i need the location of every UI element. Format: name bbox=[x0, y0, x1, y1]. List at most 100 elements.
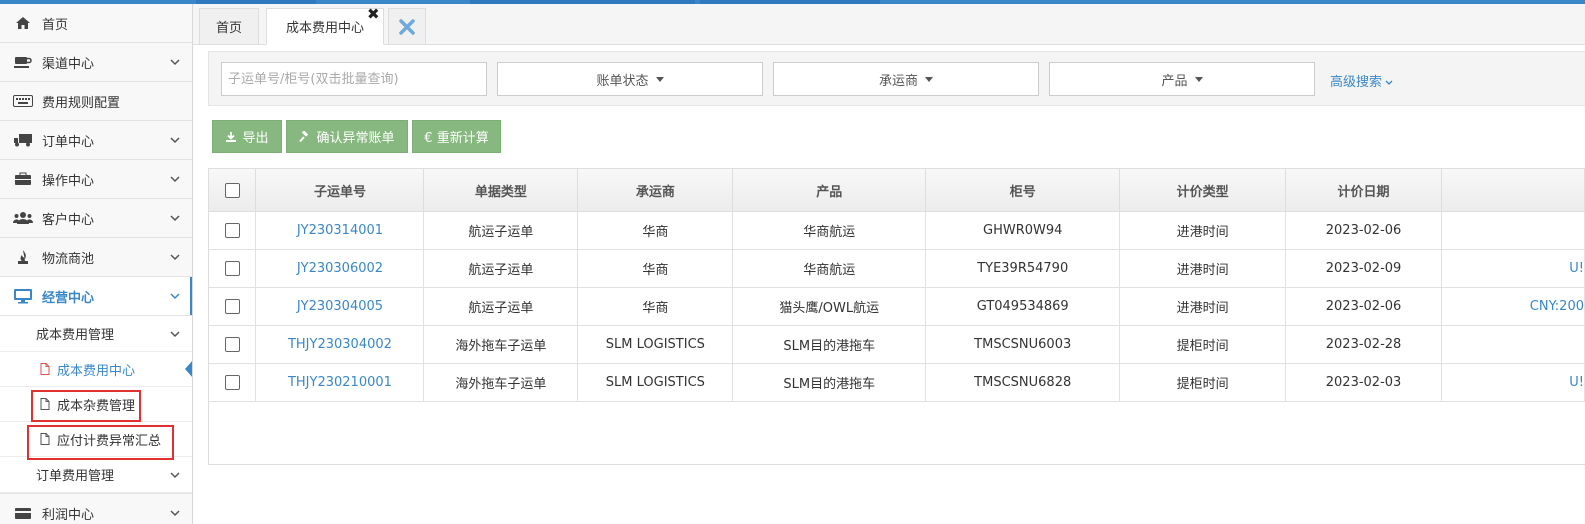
download-icon bbox=[225, 131, 237, 143]
doc-type-cell: 航运子运单 bbox=[423, 287, 579, 326]
price-date-cell: 2023-02-06 bbox=[1285, 211, 1443, 250]
tab-home[interactable]: 首页 bbox=[199, 8, 259, 44]
submenu-order-fee[interactable]: 订单费用管理 bbox=[0, 457, 192, 493]
carrier-cell: 华商 bbox=[577, 287, 734, 326]
column-header[interactable]: 子运单号 bbox=[255, 169, 425, 212]
chevron-down-icon bbox=[170, 472, 180, 479]
waybill-link[interactable]: JY230314001 bbox=[255, 211, 425, 250]
caret-down-icon bbox=[655, 76, 664, 82]
export-button[interactable]: 导出 bbox=[212, 120, 282, 153]
sidebar-item-channel[interactable]: 渠道中心 bbox=[0, 43, 192, 82]
sidebar-item-business[interactable]: 经营中心 bbox=[0, 277, 192, 316]
product-cell: SLM目的港拖车 bbox=[732, 363, 927, 402]
table-row[interactable]: JY230314001 航运子运单 华商 华商航运 GHWR0W94 进港时间 … bbox=[209, 211, 1585, 250]
submenu-item-payable-exceptions[interactable]: 应付计费异常汇总 bbox=[0, 422, 192, 457]
recalculate-label: € 重新计算 bbox=[424, 131, 489, 146]
recalculate-button[interactable]: € 重新计算 bbox=[412, 120, 501, 153]
carrier-cell: 华商 bbox=[577, 249, 734, 288]
row-checkbox[interactable] bbox=[224, 261, 240, 276]
column-header[interactable]: 计价类型 bbox=[1119, 169, 1287, 212]
chevron-down-icon bbox=[170, 510, 180, 517]
sidebar-item-label: 订单中心 bbox=[42, 134, 95, 150]
export-label: 导出 bbox=[242, 131, 269, 146]
sidebar-item-orders[interactable]: 订单中心 bbox=[0, 121, 192, 160]
column-header[interactable]: 柜号 bbox=[925, 169, 1121, 212]
waybill-link[interactable]: THJY230304002 bbox=[255, 325, 425, 364]
row-checkbox[interactable] bbox=[224, 337, 240, 352]
sidebar-item-logistics[interactable]: 物流商池 bbox=[0, 238, 192, 277]
sidebar-item-label: 利润中心 bbox=[42, 507, 95, 523]
amount-cell: U! bbox=[1441, 249, 1585, 288]
select-label: 承运商 bbox=[878, 73, 918, 89]
sidebar-item-profit[interactable]: 利润中心 bbox=[0, 494, 192, 524]
table-row[interactable]: THJY230304002 海外拖车子运单 SLM LOGISTICS SLM目… bbox=[209, 325, 1585, 364]
sidebar-item-label: 物流商池 bbox=[42, 251, 95, 267]
advanced-search-link[interactable]: 高级搜索 bbox=[1330, 71, 1393, 90]
product-cell: 猫头鹰/OWL航运 bbox=[732, 287, 927, 326]
coffee-icon bbox=[12, 54, 34, 70]
product-select[interactable]: 产品 bbox=[1049, 62, 1315, 96]
chevron-down-icon bbox=[1385, 80, 1393, 85]
file-icon bbox=[40, 398, 50, 410]
table-row[interactable]: JY230304005 航运子运单 华商 猫头鹰/OWL航运 GT0495348… bbox=[209, 287, 1585, 326]
price-date-cell: 2023-02-09 bbox=[1285, 249, 1443, 288]
submenu-item-misc-fee[interactable]: 成本杂费管理 bbox=[0, 387, 192, 422]
waybill-link[interactable]: THJY230210001 bbox=[255, 363, 425, 402]
submenu: 成本费用管理 成本费用中心 成本杂费管理 应付计费异常汇总 订单费用管理 bbox=[0, 316, 192, 494]
row-checkbox[interactable] bbox=[224, 375, 240, 390]
row-select-cell bbox=[209, 211, 257, 250]
carrier-cell: SLM LOGISTICS bbox=[577, 363, 734, 402]
select-all-cell bbox=[209, 169, 257, 212]
advanced-search-label: 高级搜索 bbox=[1330, 75, 1383, 90]
search-input[interactable] bbox=[221, 62, 487, 96]
column-header[interactable]: 产品 bbox=[732, 169, 927, 212]
row-select-cell bbox=[209, 363, 257, 402]
carrier-cell: SLM LOGISTICS bbox=[577, 325, 734, 364]
sidebar-item-operations[interactable]: 操作中心 bbox=[0, 160, 192, 199]
chevron-down-icon bbox=[170, 215, 180, 222]
confirm-exception-bill-button[interactable]: 确认异常账单 bbox=[286, 120, 408, 153]
price-date-cell: 2023-02-28 bbox=[1285, 325, 1443, 364]
sidebar: 首页 渠道中心 费用规则配置 订单中心 操作中心 客户中心 物流商池 经营中心 … bbox=[0, 4, 193, 524]
table-row[interactable]: THJY230210001 海外拖车子运单 SLM LOGISTICS SLM目… bbox=[209, 363, 1585, 402]
price-date-cell: 2023-02-06 bbox=[1285, 287, 1443, 326]
sidebar-item-label: 操作中心 bbox=[42, 173, 95, 189]
sidebar-item-home[interactable]: 首页 bbox=[0, 4, 192, 43]
close-all-tabs-button[interactable] bbox=[388, 8, 426, 44]
doc-type-cell: 海外拖车子运单 bbox=[423, 363, 579, 402]
submenu-item-cost-center[interactable]: 成本费用中心 bbox=[0, 352, 192, 387]
product-cell: 华商航运 bbox=[732, 249, 927, 288]
price-type-cell: 提柜时间 bbox=[1119, 363, 1287, 402]
select-label: 产品 bbox=[1161, 73, 1188, 89]
bill-status-select[interactable]: 账单状态 bbox=[497, 62, 763, 96]
chevron-down-icon bbox=[170, 137, 180, 144]
users-icon bbox=[12, 210, 34, 226]
carrier-select[interactable]: 承运商 bbox=[773, 62, 1039, 96]
sidebar-item-fee-rules[interactable]: 费用规则配置 bbox=[0, 82, 192, 121]
column-header[interactable]: 承运商 bbox=[577, 169, 734, 212]
sidebar-item-customers[interactable]: 客户中心 bbox=[0, 199, 192, 238]
tab-close-icon[interactable]: ✖ bbox=[367, 7, 381, 22]
waybill-link[interactable]: JY230306002 bbox=[255, 249, 425, 288]
product-cell: SLM目的港拖车 bbox=[732, 325, 927, 364]
select-all-checkbox[interactable] bbox=[224, 182, 240, 198]
table-row[interactable]: JY230306002 航运子运单 华商 华商航运 TYE39R54790 进港… bbox=[209, 249, 1585, 288]
data-table: 子运单号 单据类型 承运商 产品 柜号 计价类型 计价日期 JY23031400… bbox=[208, 168, 1585, 465]
active-pointer bbox=[185, 360, 192, 378]
doc-type-cell: 航运子运单 bbox=[423, 211, 579, 250]
confirm-label: 确认异常账单 bbox=[316, 131, 395, 146]
amount-cell bbox=[1441, 325, 1585, 364]
table-header-row: 子运单号 单据类型 承运商 产品 柜号 计价类型 计价日期 bbox=[209, 169, 1585, 212]
row-checkbox[interactable] bbox=[224, 223, 240, 238]
amount-cell: CNY:200 bbox=[1441, 287, 1585, 326]
doc-type-cell: 航运子运单 bbox=[423, 249, 579, 288]
waybill-link[interactable]: JY230304005 bbox=[255, 287, 425, 326]
row-checkbox[interactable] bbox=[224, 299, 240, 314]
price-type-cell: 进港时间 bbox=[1119, 249, 1287, 288]
close-icon bbox=[399, 18, 415, 35]
column-header[interactable]: 单据类型 bbox=[423, 169, 579, 212]
column-header[interactable]: 计价日期 bbox=[1285, 169, 1443, 212]
chevron-down-icon bbox=[170, 293, 180, 300]
price-type-cell: 提柜时间 bbox=[1119, 325, 1287, 364]
submenu-cost-management[interactable]: 成本费用管理 bbox=[0, 316, 192, 352]
